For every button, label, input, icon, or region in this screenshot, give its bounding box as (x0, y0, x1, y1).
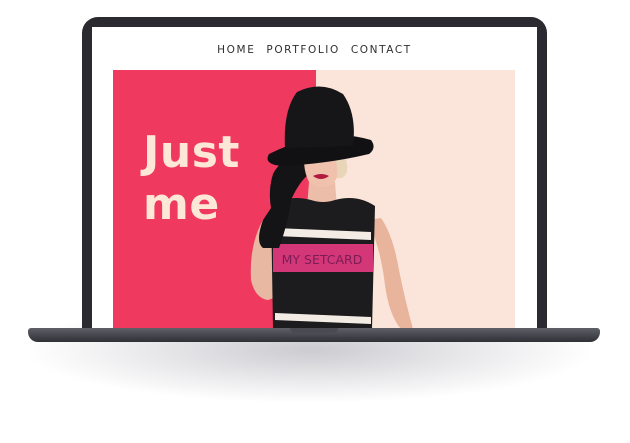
nav-portfolio[interactable]: PORTFOLIO (266, 44, 339, 56)
nav-home[interactable]: HOME (217, 44, 255, 56)
laptop-lid: HOME PORTFOLIO CONTACT Just me MY SETCAR… (82, 17, 547, 339)
shirt-text: MY SETCARD (282, 252, 363, 267)
laptop-mockup: HOME PORTFOLIO CONTACT Just me MY SETCAR… (0, 0, 630, 443)
laptop-base (28, 328, 600, 342)
hero-banner: Just me MY SETCARD (113, 70, 515, 329)
laptop-screen: HOME PORTFOLIO CONTACT Just me MY SETCAR… (92, 27, 537, 339)
model-left-arm (368, 218, 413, 329)
nav-contact[interactable]: CONTACT (351, 44, 412, 56)
main-nav: HOME PORTFOLIO CONTACT (92, 44, 537, 56)
model-hat-crown (284, 86, 354, 148)
laptop-notch (290, 328, 338, 333)
model-photo: MY SETCARD (250, 86, 413, 329)
